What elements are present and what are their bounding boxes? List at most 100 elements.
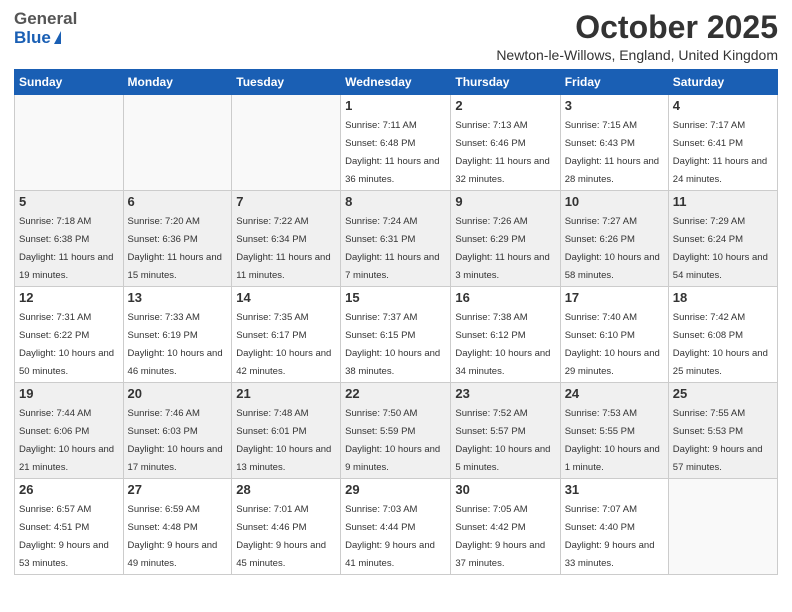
logo-blue: Blue (14, 29, 51, 48)
week-row-5: 26 Sunrise: 6:57 AMSunset: 4:51 PMDaylig… (15, 479, 778, 575)
day-info: Sunrise: 7:18 AMSunset: 6:38 PMDaylight:… (19, 216, 113, 281)
day-number: 23 (455, 386, 555, 401)
calendar-cell: 29 Sunrise: 7:03 AMSunset: 4:44 PMDaylig… (341, 479, 451, 575)
calendar-cell: 5 Sunrise: 7:18 AMSunset: 6:38 PMDayligh… (15, 191, 124, 287)
calendar-cell (123, 95, 232, 191)
day-number: 4 (673, 98, 773, 113)
day-number: 21 (236, 386, 336, 401)
calendar: SundayMondayTuesdayWednesdayThursdayFrid… (14, 69, 778, 575)
day-info: Sunrise: 6:59 AMSunset: 4:48 PMDaylight:… (128, 504, 218, 569)
day-number: 27 (128, 482, 228, 497)
weekday-header-row: SundayMondayTuesdayWednesdayThursdayFrid… (15, 70, 778, 95)
weekday-header-thursday: Thursday (451, 70, 560, 95)
day-number: 8 (345, 194, 446, 209)
page: General Blue October 2025 Newton-le-Will… (0, 0, 792, 612)
day-number: 28 (236, 482, 336, 497)
calendar-cell (15, 95, 124, 191)
calendar-cell: 14 Sunrise: 7:35 AMSunset: 6:17 PMDaylig… (232, 287, 341, 383)
logo: General Blue (14, 10, 77, 47)
day-info: Sunrise: 7:05 AMSunset: 4:42 PMDaylight:… (455, 504, 545, 569)
day-info: Sunrise: 7:38 AMSunset: 6:12 PMDaylight:… (455, 312, 550, 377)
weekday-header-tuesday: Tuesday (232, 70, 341, 95)
day-info: Sunrise: 7:13 AMSunset: 6:46 PMDaylight:… (455, 120, 549, 185)
calendar-cell: 17 Sunrise: 7:40 AMSunset: 6:10 PMDaylig… (560, 287, 668, 383)
calendar-cell: 1 Sunrise: 7:11 AMSunset: 6:48 PMDayligh… (341, 95, 451, 191)
calendar-cell: 15 Sunrise: 7:37 AMSunset: 6:15 PMDaylig… (341, 287, 451, 383)
calendar-cell: 19 Sunrise: 7:44 AMSunset: 6:06 PMDaylig… (15, 383, 124, 479)
day-number: 9 (455, 194, 555, 209)
day-number: 1 (345, 98, 446, 113)
calendar-cell: 4 Sunrise: 7:17 AMSunset: 6:41 PMDayligh… (668, 95, 777, 191)
day-info: Sunrise: 7:29 AMSunset: 6:24 PMDaylight:… (673, 216, 768, 281)
day-number: 30 (455, 482, 555, 497)
day-info: Sunrise: 7:35 AMSunset: 6:17 PMDaylight:… (236, 312, 331, 377)
calendar-cell: 22 Sunrise: 7:50 AMSunset: 5:59 PMDaylig… (341, 383, 451, 479)
day-info: Sunrise: 7:17 AMSunset: 6:41 PMDaylight:… (673, 120, 767, 185)
day-number: 14 (236, 290, 336, 305)
day-info: Sunrise: 7:40 AMSunset: 6:10 PMDaylight:… (565, 312, 660, 377)
weekday-header-saturday: Saturday (668, 70, 777, 95)
day-info: Sunrise: 7:26 AMSunset: 6:29 PMDaylight:… (455, 216, 549, 281)
calendar-cell: 20 Sunrise: 7:46 AMSunset: 6:03 PMDaylig… (123, 383, 232, 479)
week-row-1: 1 Sunrise: 7:11 AMSunset: 6:48 PMDayligh… (15, 95, 778, 191)
logo-general: General (14, 10, 77, 29)
calendar-cell: 30 Sunrise: 7:05 AMSunset: 4:42 PMDaylig… (451, 479, 560, 575)
calendar-cell: 21 Sunrise: 7:48 AMSunset: 6:01 PMDaylig… (232, 383, 341, 479)
calendar-cell: 10 Sunrise: 7:27 AMSunset: 6:26 PMDaylig… (560, 191, 668, 287)
calendar-cell: 16 Sunrise: 7:38 AMSunset: 6:12 PMDaylig… (451, 287, 560, 383)
day-number: 16 (455, 290, 555, 305)
calendar-cell: 31 Sunrise: 7:07 AMSunset: 4:40 PMDaylig… (560, 479, 668, 575)
day-info: Sunrise: 7:24 AMSunset: 6:31 PMDaylight:… (345, 216, 439, 281)
day-info: Sunrise: 7:46 AMSunset: 6:03 PMDaylight:… (128, 408, 223, 473)
title-area: October 2025 Newton-le-Willows, England,… (496, 10, 778, 63)
day-info: Sunrise: 7:42 AMSunset: 6:08 PMDaylight:… (673, 312, 768, 377)
calendar-cell: 7 Sunrise: 7:22 AMSunset: 6:34 PMDayligh… (232, 191, 341, 287)
calendar-cell: 13 Sunrise: 7:33 AMSunset: 6:19 PMDaylig… (123, 287, 232, 383)
day-info: Sunrise: 7:03 AMSunset: 4:44 PMDaylight:… (345, 504, 435, 569)
calendar-cell: 24 Sunrise: 7:53 AMSunset: 5:55 PMDaylig… (560, 383, 668, 479)
day-info: Sunrise: 7:37 AMSunset: 6:15 PMDaylight:… (345, 312, 440, 377)
day-number: 5 (19, 194, 119, 209)
day-number: 2 (455, 98, 555, 113)
calendar-cell (232, 95, 341, 191)
calendar-cell: 9 Sunrise: 7:26 AMSunset: 6:29 PMDayligh… (451, 191, 560, 287)
day-number: 22 (345, 386, 446, 401)
day-info: Sunrise: 7:07 AMSunset: 4:40 PMDaylight:… (565, 504, 655, 569)
day-number: 10 (565, 194, 664, 209)
day-info: Sunrise: 7:15 AMSunset: 6:43 PMDaylight:… (565, 120, 659, 185)
day-info: Sunrise: 7:20 AMSunset: 6:36 PMDaylight:… (128, 216, 222, 281)
day-info: Sunrise: 7:55 AMSunset: 5:53 PMDaylight:… (673, 408, 763, 473)
header: General Blue October 2025 Newton-le-Will… (14, 10, 778, 63)
calendar-cell: 8 Sunrise: 7:24 AMSunset: 6:31 PMDayligh… (341, 191, 451, 287)
day-info: Sunrise: 7:01 AMSunset: 4:46 PMDaylight:… (236, 504, 326, 569)
calendar-cell: 18 Sunrise: 7:42 AMSunset: 6:08 PMDaylig… (668, 287, 777, 383)
calendar-cell: 25 Sunrise: 7:55 AMSunset: 5:53 PMDaylig… (668, 383, 777, 479)
day-number: 29 (345, 482, 446, 497)
day-info: Sunrise: 7:22 AMSunset: 6:34 PMDaylight:… (236, 216, 330, 281)
calendar-cell (668, 479, 777, 575)
day-number: 11 (673, 194, 773, 209)
day-number: 3 (565, 98, 664, 113)
calendar-cell: 6 Sunrise: 7:20 AMSunset: 6:36 PMDayligh… (123, 191, 232, 287)
weekday-header-monday: Monday (123, 70, 232, 95)
day-number: 15 (345, 290, 446, 305)
day-number: 24 (565, 386, 664, 401)
day-info: Sunrise: 7:50 AMSunset: 5:59 PMDaylight:… (345, 408, 440, 473)
weekday-header-friday: Friday (560, 70, 668, 95)
day-number: 17 (565, 290, 664, 305)
day-info: Sunrise: 7:27 AMSunset: 6:26 PMDaylight:… (565, 216, 660, 281)
month-title: October 2025 (496, 10, 778, 45)
calendar-cell: 23 Sunrise: 7:52 AMSunset: 5:57 PMDaylig… (451, 383, 560, 479)
day-number: 13 (128, 290, 228, 305)
calendar-cell: 11 Sunrise: 7:29 AMSunset: 6:24 PMDaylig… (668, 191, 777, 287)
day-info: Sunrise: 7:52 AMSunset: 5:57 PMDaylight:… (455, 408, 550, 473)
weekday-header-wednesday: Wednesday (341, 70, 451, 95)
calendar-cell: 12 Sunrise: 7:31 AMSunset: 6:22 PMDaylig… (15, 287, 124, 383)
calendar-cell: 26 Sunrise: 6:57 AMSunset: 4:51 PMDaylig… (15, 479, 124, 575)
day-number: 12 (19, 290, 119, 305)
calendar-cell: 2 Sunrise: 7:13 AMSunset: 6:46 PMDayligh… (451, 95, 560, 191)
day-number: 7 (236, 194, 336, 209)
calendar-cell: 28 Sunrise: 7:01 AMSunset: 4:46 PMDaylig… (232, 479, 341, 575)
day-info: Sunrise: 7:48 AMSunset: 6:01 PMDaylight:… (236, 408, 331, 473)
week-row-2: 5 Sunrise: 7:18 AMSunset: 6:38 PMDayligh… (15, 191, 778, 287)
